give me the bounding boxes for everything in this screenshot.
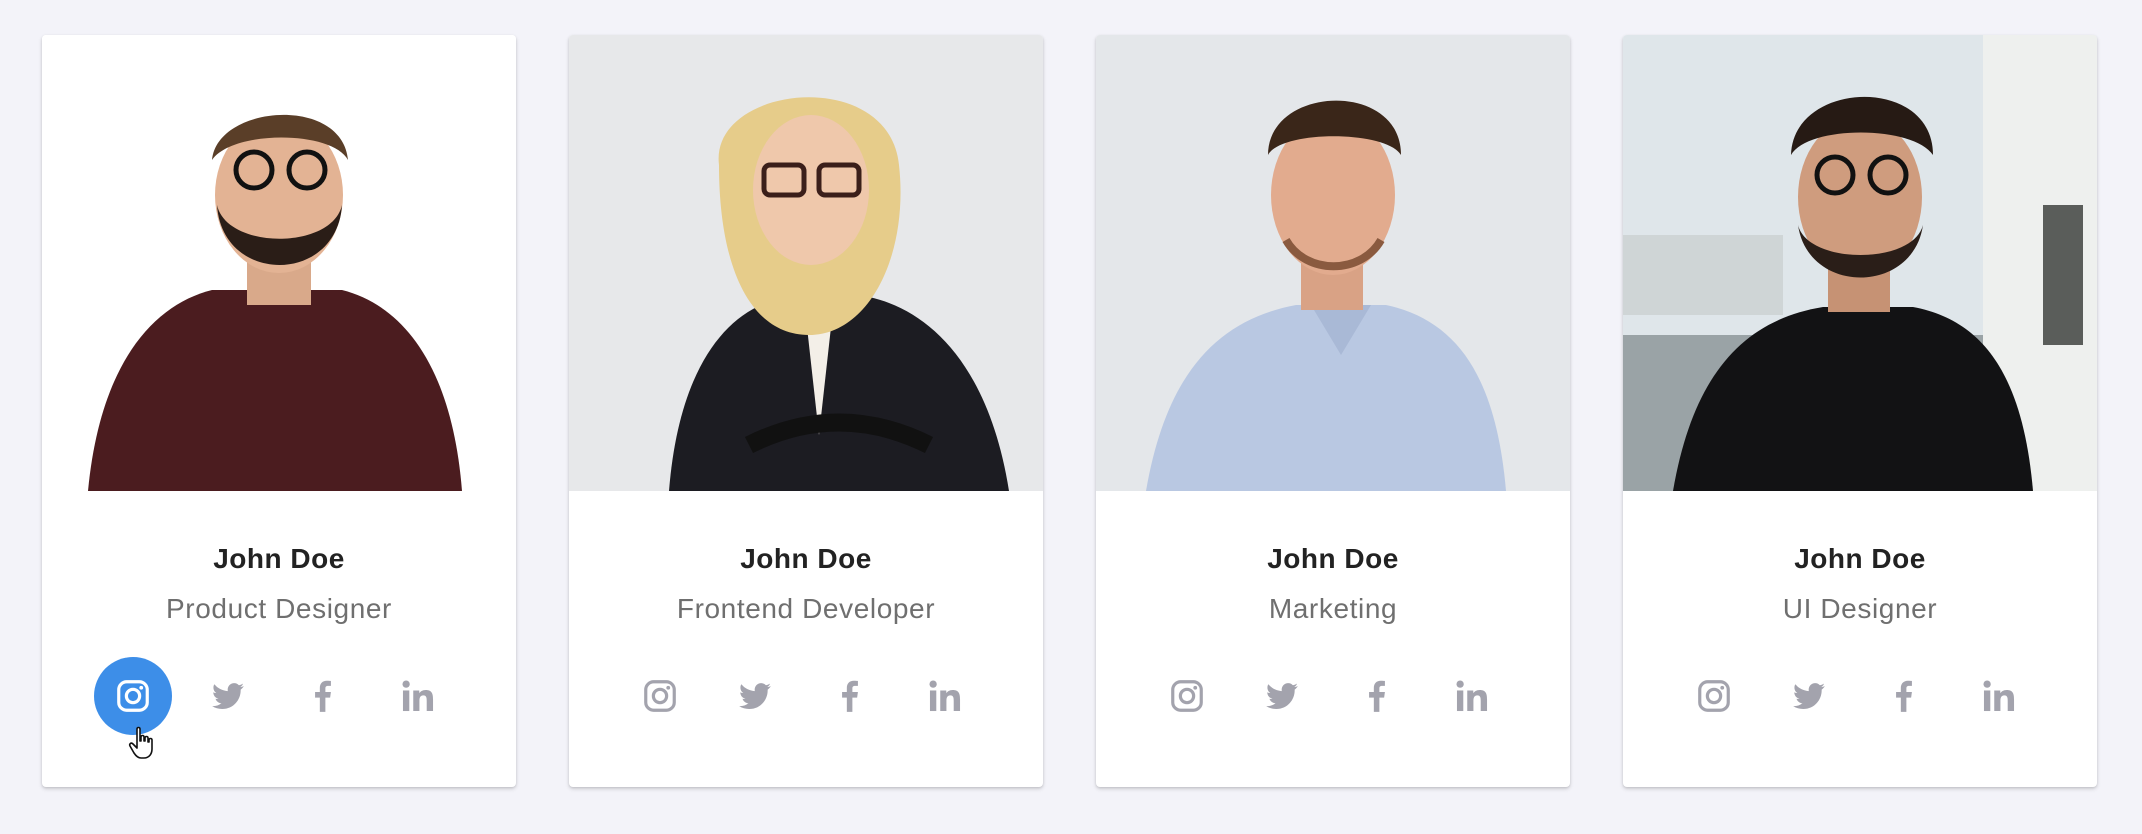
social-links <box>1675 657 2055 735</box>
member-role: Marketing <box>1268 593 1398 624</box>
facebook-link[interactable] <box>811 657 889 735</box>
profile-photo <box>1096 35 1570 491</box>
linkedin-icon <box>929 680 961 712</box>
team-card-4: John Doe UI Designer <box>1623 35 2097 787</box>
instagram-link[interactable] <box>94 657 172 735</box>
twitter-link[interactable] <box>189 657 267 735</box>
team-card-1: John Doe Product Designer <box>42 35 516 787</box>
linkedin-link[interactable] <box>1433 657 1511 735</box>
instagram-icon <box>1698 680 1730 712</box>
member-name: John Doe <box>740 543 872 574</box>
social-links <box>94 657 474 735</box>
profile-photo <box>1623 35 2097 491</box>
linkedin-link[interactable] <box>906 657 984 735</box>
linkedin-link[interactable] <box>1960 657 2038 735</box>
facebook-icon <box>1369 680 1385 712</box>
twitter-icon <box>1266 683 1298 709</box>
member-role: Frontend Developer <box>676 593 936 624</box>
instagram-icon <box>117 680 149 712</box>
social-links <box>1148 657 1528 735</box>
social-links <box>621 657 1001 735</box>
instagram-icon <box>1171 680 1203 712</box>
facebook-icon <box>1896 680 1912 712</box>
member-name: John Doe <box>213 543 345 574</box>
linkedin-icon <box>402 680 434 712</box>
twitter-icon <box>212 683 244 709</box>
twitter-link[interactable] <box>716 657 794 735</box>
facebook-link[interactable] <box>284 657 362 735</box>
team-cards: John Doe Product Designer John Doe Front… <box>0 0 2142 834</box>
linkedin-link[interactable] <box>379 657 457 735</box>
member-name: John Doe <box>1794 543 1926 574</box>
facebook-link[interactable] <box>1865 657 1943 735</box>
twitter-link[interactable] <box>1243 657 1321 735</box>
instagram-link[interactable] <box>621 657 699 735</box>
member-name: John Doe <box>1267 543 1399 574</box>
profile-photo <box>569 35 1043 491</box>
instagram-icon <box>644 680 676 712</box>
facebook-icon <box>315 680 331 712</box>
twitter-icon <box>1793 683 1825 709</box>
instagram-link[interactable] <box>1675 657 1753 735</box>
member-role: UI Designer <box>1782 593 1938 624</box>
member-role: Product Designer <box>166 593 392 624</box>
linkedin-icon <box>1456 680 1488 712</box>
team-card-3: John Doe Marketing <box>1096 35 1570 787</box>
linkedin-icon <box>1983 680 2015 712</box>
profile-photo <box>42 35 516 491</box>
twitter-icon <box>739 683 771 709</box>
team-card-2: John Doe Frontend Developer <box>569 35 1043 787</box>
twitter-link[interactable] <box>1770 657 1848 735</box>
instagram-link[interactable] <box>1148 657 1226 735</box>
facebook-icon <box>842 680 858 712</box>
facebook-link[interactable] <box>1338 657 1416 735</box>
